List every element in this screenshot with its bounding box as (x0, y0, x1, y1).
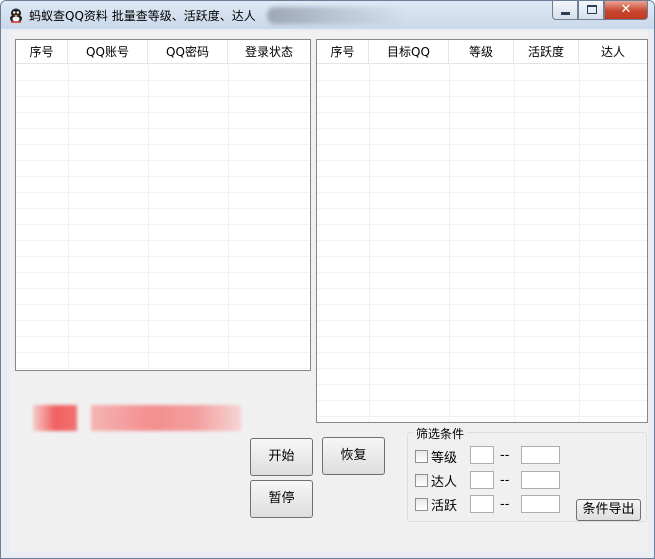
minimize-button[interactable] (552, 1, 578, 20)
pause-button[interactable]: 暂停 (250, 480, 313, 518)
range-separator: -- (500, 448, 510, 463)
ant-app-icon (10, 8, 22, 23)
filter-talent-to-input[interactable] (521, 471, 560, 489)
filter-group-title: 筛选条件 (413, 425, 468, 442)
filter-activity-label: 活跃 (431, 498, 458, 514)
col-header-qq-account[interactable]: QQ账号 (68, 40, 148, 64)
results-list[interactable]: 序号 目标QQ 等级 活跃度 达人 (316, 39, 648, 423)
filter-activity-checkbox[interactable] (415, 497, 428, 511)
column-divider (514, 65, 515, 422)
col-header-index[interactable]: 序号 (16, 40, 68, 64)
filter-level-from-input[interactable] (470, 446, 494, 464)
client-area: 序号 QQ账号 QQ密码 登录状态 序号 目标QQ 等级 活跃度 达人 开始 暂… (9, 31, 648, 552)
start-button[interactable]: 开始 (250, 438, 313, 476)
range-separator: -- (500, 473, 510, 488)
results-list-body[interactable] (317, 65, 647, 422)
filter-talent-checkbox[interactable] (415, 473, 428, 487)
minimize-icon (561, 12, 570, 15)
filter-level-to-input[interactable] (521, 446, 560, 464)
col-header-index[interactable]: 序号 (317, 40, 369, 64)
column-divider (449, 65, 450, 422)
close-button[interactable]: ✕ (604, 1, 648, 20)
filter-talent-label: 达人 (431, 474, 458, 490)
maximize-icon (587, 5, 597, 14)
close-icon: ✕ (620, 2, 632, 17)
col-header-activity[interactable]: 活跃度 (514, 40, 579, 64)
maximize-button[interactable] (578, 1, 604, 20)
range-separator: -- (500, 497, 510, 512)
column-divider (579, 65, 580, 422)
column-divider (148, 65, 149, 370)
app-window: 蚂蚁查QQ资料 批量查等级、活跃度、达人 ✕ 序号 QQ账号 QQ密码 登录状态 (0, 0, 655, 559)
title-redacted-blur (267, 7, 407, 24)
filter-activity-checkbox-row[interactable]: 活跃 (415, 496, 458, 514)
filter-level-label: 等级 (431, 450, 458, 466)
accounts-list-body[interactable] (16, 65, 310, 370)
col-header-talent[interactable]: 达人 (579, 40, 647, 64)
filter-activity-from-input[interactable] (470, 495, 494, 513)
column-divider (68, 65, 69, 370)
filter-talent-checkbox-row[interactable]: 达人 (415, 472, 458, 490)
resume-button[interactable]: 恢复 (322, 437, 385, 475)
title-bar[interactable]: 蚂蚁查QQ资料 批量查等级、活跃度、达人 ✕ (1, 1, 654, 29)
results-list-header: 序号 目标QQ 等级 活跃度 达人 (317, 40, 647, 64)
status-redacted-blur (33, 405, 77, 431)
window-title: 蚂蚁查QQ资料 批量查等级、活跃度、达人 (29, 9, 256, 23)
col-header-qq-password[interactable]: QQ密码 (148, 40, 228, 64)
accounts-list-header: 序号 QQ账号 QQ密码 登录状态 (16, 40, 310, 64)
filter-activity-to-input[interactable] (521, 495, 560, 513)
accounts-list[interactable]: 序号 QQ账号 QQ密码 登录状态 (15, 39, 311, 371)
status-redacted-blur (91, 405, 241, 431)
filter-level-checkbox[interactable] (415, 449, 428, 463)
window-controls: ✕ (552, 1, 648, 21)
col-header-target-qq[interactable]: 目标QQ (369, 40, 449, 64)
col-header-login-status[interactable]: 登录状态 (228, 40, 310, 64)
column-divider (228, 65, 229, 370)
conditional-export-button[interactable]: 条件导出 (576, 499, 641, 521)
column-divider (369, 65, 370, 422)
col-header-level[interactable]: 等级 (449, 40, 514, 64)
filter-talent-from-input[interactable] (470, 471, 494, 489)
filter-level-checkbox-row[interactable]: 等级 (415, 448, 458, 466)
